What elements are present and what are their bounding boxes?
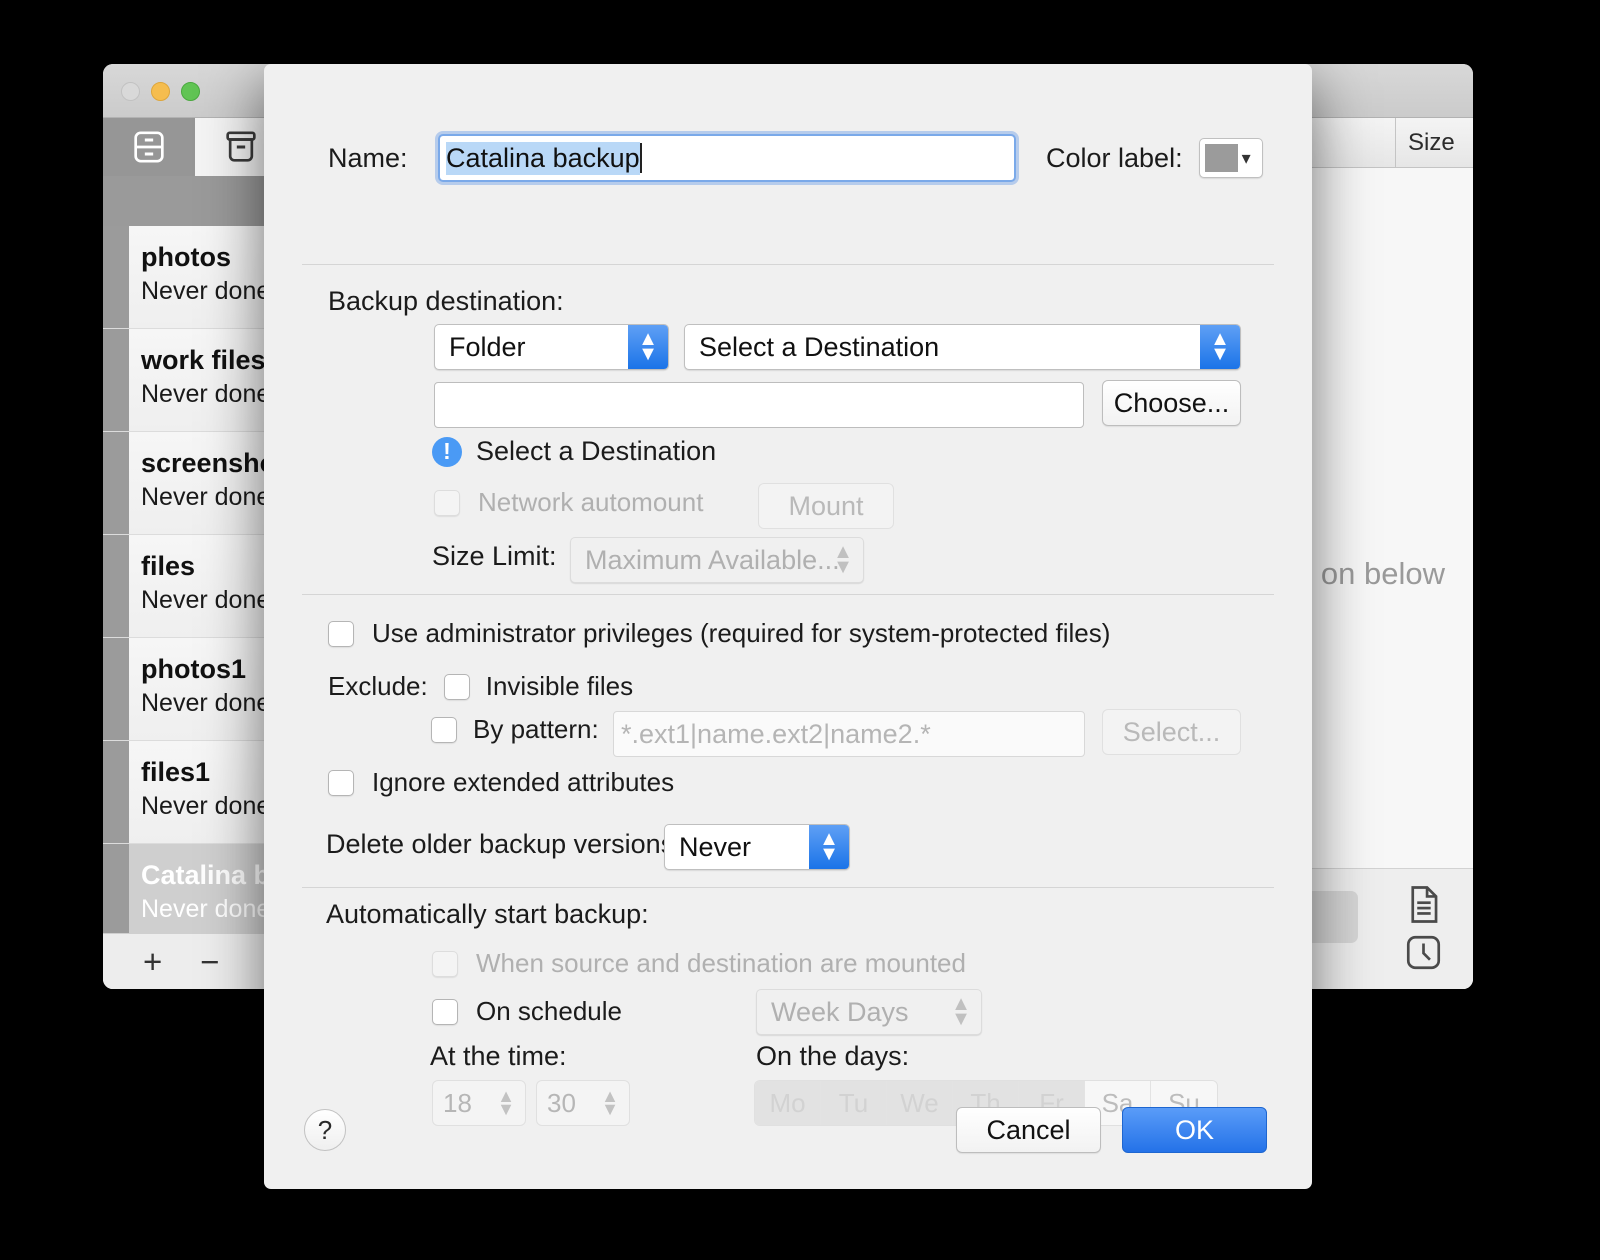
mount-button[interactable]: Mount	[758, 483, 894, 529]
network-automount-checkbox[interactable]	[434, 489, 460, 516]
color-label-strip	[103, 844, 129, 933]
delete-older-label: Delete older backup versions:	[326, 829, 682, 859]
network-automount-label: Network automount	[478, 487, 704, 517]
name-row: Name: Catalina backup Color label: ▾	[328, 134, 1272, 182]
when-mounted-row: When source and destination are mounted	[432, 948, 966, 979]
text-caret	[639, 143, 642, 173]
color-label-strip	[103, 432, 129, 534]
destination-type-value: Folder	[449, 331, 526, 362]
color-label-strip	[103, 535, 129, 637]
column-divider[interactable]	[1395, 118, 1396, 167]
by-pattern-checkbox[interactable]	[431, 716, 457, 743]
color-label-popup[interactable]: ▾	[1198, 138, 1263, 178]
admin-privileges-checkbox[interactable]	[328, 620, 354, 647]
history-clock-icon[interactable]	[1402, 931, 1445, 974]
when-mounted-checkbox[interactable]	[432, 950, 458, 977]
by-pattern-row: By pattern:	[431, 714, 599, 745]
color-swatch	[1204, 144, 1238, 172]
screen: Backup: Catalina backup	[0, 0, 1600, 1260]
stepper-arrows-icon: ▲ ▼	[497, 1086, 515, 1119]
admin-privileges-label: Use administrator privileges (required f…	[372, 618, 1111, 648]
color-label-strip	[103, 226, 129, 328]
destination-target-popup[interactable]: Select a Destination ▲ ▼	[684, 324, 1241, 370]
at-the-time-label: At the time:	[430, 1041, 567, 1071]
divider-options	[302, 594, 1274, 595]
backup-settings-dialog: Name: Catalina backup Color label: ▾ Bac…	[264, 64, 1312, 1189]
divider-schedule	[302, 887, 1274, 888]
warning-exclamation-icon: !	[432, 436, 462, 467]
select-patterns-button[interactable]: Select...	[1102, 709, 1241, 755]
network-automount-row: Network automount	[434, 487, 703, 518]
on-schedule-row: On schedule	[432, 996, 622, 1027]
color-label-strip	[103, 741, 129, 843]
stepper-arrows-icon: ▲ ▼	[628, 325, 668, 369]
destination-warning-text: Select a Destination	[476, 436, 717, 466]
stepper-arrows-icon: ▲ ▼	[833, 541, 853, 578]
hour-stepper[interactable]: 18 ▲ ▼	[432, 1080, 526, 1126]
empty-state-message: on below	[1320, 556, 1445, 591]
day-toggle-tu[interactable]: Tu	[821, 1081, 887, 1125]
ok-button[interactable]: OK	[1122, 1107, 1267, 1153]
destination-path-input[interactable]	[434, 382, 1084, 428]
remove-backup-button[interactable]: −	[200, 945, 219, 978]
delete-older-value: Never	[679, 831, 752, 862]
on-schedule-label: On schedule	[476, 996, 622, 1026]
stepper-arrows-icon: ▲ ▼	[601, 1086, 619, 1119]
name-input-value: Catalina backup	[446, 141, 640, 175]
choose-button[interactable]: Choose...	[1102, 380, 1241, 426]
help-button[interactable]: ?	[304, 1109, 346, 1151]
size-limit-value: Maximum Available...	[585, 544, 840, 575]
when-mounted-label: When source and destination are mounted	[476, 948, 966, 978]
chevron-down-icon: ▾	[1241, 148, 1251, 168]
day-toggle-we[interactable]: We	[887, 1081, 953, 1125]
minute-value: 30	[547, 1087, 576, 1118]
on-schedule-checkbox[interactable]	[432, 998, 458, 1025]
log-document-icon[interactable]	[1402, 883, 1445, 926]
pattern-placeholder: *.ext1|name.ext2|name2.*	[621, 718, 931, 749]
stepper-arrows-icon: ▲ ▼	[1200, 325, 1240, 369]
destination-type-popup[interactable]: Folder ▲ ▼	[434, 324, 669, 370]
drives-icon	[134, 131, 164, 163]
schedule-section-label: Automatically start backup:	[326, 899, 649, 929]
delete-older-popup[interactable]: Never ▲ ▼	[664, 824, 850, 870]
on-the-days-label: On the days:	[756, 1041, 910, 1071]
destination-section-label: Backup destination:	[328, 286, 564, 316]
color-label-strip	[103, 638, 129, 740]
tab-drives[interactable]	[103, 118, 195, 176]
destination-target-value: Select a Destination	[699, 331, 940, 362]
ignore-xattr-row: Ignore extended attributes	[328, 767, 674, 798]
name-label: Name:	[328, 142, 408, 173]
size-limit-popup[interactable]: Maximum Available... ▲ ▼	[570, 537, 864, 583]
exclude-label: Exclude:	[328, 671, 428, 701]
invisible-files-checkbox[interactable]	[443, 673, 470, 700]
minute-stepper[interactable]: 30 ▲ ▼	[536, 1080, 630, 1126]
archive-box-icon	[226, 131, 256, 162]
invisible-files-label: Invisible files	[485, 671, 634, 701]
color-label-label: Color label:	[1046, 142, 1183, 173]
ignore-xattr-checkbox[interactable]	[328, 769, 354, 796]
day-toggle-mo[interactable]: Mo	[755, 1081, 821, 1125]
name-input[interactable]: Catalina backup	[438, 134, 1016, 182]
size-limit-label: Size Limit:	[432, 541, 557, 571]
add-backup-button[interactable]: +	[143, 945, 162, 978]
destination-warning: ! Select a Destination	[432, 436, 716, 467]
by-pattern-label: By pattern:	[473, 714, 599, 744]
stepper-arrows-icon: ▲ ▼	[951, 993, 971, 1030]
cancel-button[interactable]: Cancel	[956, 1107, 1101, 1153]
divider-top	[302, 264, 1274, 265]
column-header-size[interactable]: Size	[1408, 129, 1455, 157]
admin-privileges-row: Use administrator privileges (required f…	[328, 618, 1110, 649]
stepper-arrows-icon: ▲ ▼	[809, 825, 849, 869]
color-label-strip	[103, 329, 129, 431]
pattern-input[interactable]: *.ext1|name.ext2|name2.*	[613, 711, 1085, 757]
schedule-frequency-popup[interactable]: Week Days ▲ ▼	[756, 989, 982, 1035]
hour-value: 18	[443, 1087, 472, 1118]
exclude-row: Exclude: Invisible files	[328, 671, 633, 702]
ignore-xattr-label: Ignore extended attributes	[372, 767, 675, 797]
schedule-frequency-value: Week Days	[771, 996, 909, 1027]
